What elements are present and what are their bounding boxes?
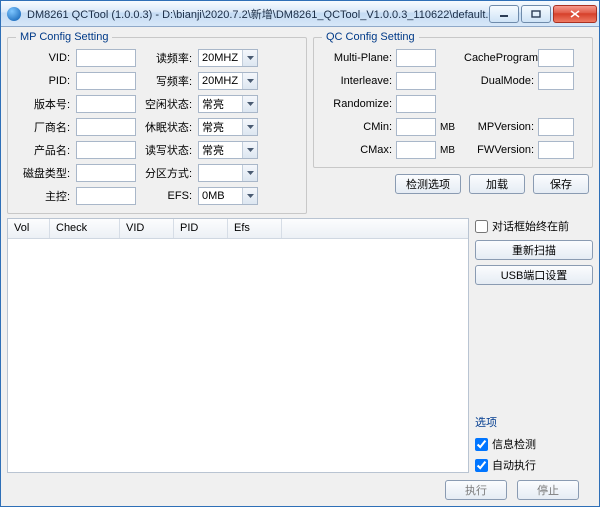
randomize-input[interactable] [396, 95, 436, 113]
chevron-down-icon [242, 142, 257, 158]
label-cacheprogram: CacheProgram [464, 52, 534, 64]
auto-run-checkbox[interactable]: 自动执行 [475, 457, 593, 473]
label-product: 产品名 [16, 142, 70, 158]
minimize-button[interactable] [489, 5, 519, 23]
label-cmax: CMax [322, 144, 392, 156]
cacheprogram-input[interactable] [538, 49, 574, 67]
chevron-down-icon [242, 50, 257, 66]
chevron-down-icon [242, 73, 257, 89]
label-randomize: Randomize [322, 98, 392, 110]
rw-select[interactable]: 常亮 [198, 141, 258, 159]
table-body [8, 239, 468, 472]
qc-config-group: QC Config Setting Multi-Plane CacheProgr… [313, 31, 593, 168]
client-area: MP Config Setting VID 读频率 20MHZ PID 写频率 … [1, 27, 599, 506]
mp-config-legend: MP Config Setting [16, 31, 112, 43]
vid-input[interactable] [76, 49, 136, 67]
label-efs: EFS [142, 190, 192, 202]
usb-settings-button[interactable]: USB端口设置 [475, 265, 593, 285]
label-version: 版本号 [16, 96, 70, 112]
label-fwversion: FWVersion [464, 144, 534, 156]
side-panel: 对话框始终在前 重新扫描 USB端口设置 选项 信息检测 自动执行 [475, 218, 593, 473]
efs-select[interactable]: 0MB [198, 187, 258, 205]
label-interleave: Interleave [322, 75, 392, 87]
run-button[interactable]: 执行 [445, 480, 507, 500]
wfreq-select[interactable]: 20MHZ [198, 72, 258, 90]
th-efs[interactable]: Efs [228, 219, 282, 238]
chevron-down-icon [242, 96, 257, 112]
chevron-down-icon [242, 165, 257, 181]
chevron-down-icon [242, 188, 257, 204]
rfreq-select[interactable]: 20MHZ [198, 49, 258, 67]
cmin-input[interactable] [396, 118, 436, 136]
sleep-select[interactable]: 常亮 [198, 118, 258, 136]
unit-mb-1: MB [440, 122, 460, 133]
label-rfreq: 读频率 [142, 50, 192, 66]
info-detect-checkbox[interactable]: 信息检测 [475, 436, 593, 452]
label-idle: 空闲状态 [142, 96, 192, 112]
pid-input[interactable] [76, 72, 136, 90]
label-mpversion: MPVersion [464, 121, 534, 133]
stop-button[interactable]: 停止 [517, 480, 579, 500]
rescan-button[interactable]: 重新扫描 [475, 240, 593, 260]
th-pid[interactable]: PID [174, 219, 228, 238]
label-rw: 读写状态 [142, 142, 192, 158]
partition-select[interactable] [198, 164, 258, 182]
save-button[interactable]: 保存 [533, 174, 589, 194]
multiplane-input[interactable] [396, 49, 436, 67]
product-input[interactable] [76, 141, 136, 159]
label-dualmode: DualMode [464, 75, 534, 87]
label-cmin: CMin [322, 121, 392, 133]
always-on-top-checkbox[interactable]: 对话框始终在前 [475, 218, 593, 234]
fwversion-input[interactable] [538, 141, 574, 159]
window-title: DM8261 QCTool (1.0.0.3) - D:\bianji\2020… [27, 6, 489, 22]
version-input[interactable] [76, 95, 136, 113]
device-table: Vol Check VID PID Efs [7, 218, 469, 473]
label-vendor: 厂商名 [16, 119, 70, 135]
th-empty [282, 219, 468, 238]
label-sleep: 休眠状态 [142, 119, 192, 135]
qc-config-legend: QC Config Setting [322, 31, 419, 43]
cmax-input[interactable] [396, 141, 436, 159]
idle-select[interactable]: 常亮 [198, 95, 258, 113]
mcu-input[interactable] [76, 187, 136, 205]
mp-config-group: MP Config Setting VID 读频率 20MHZ PID 写频率 … [7, 31, 307, 214]
detect-options-button[interactable]: 检测选项 [395, 174, 461, 194]
bottom-bar: 执行 停止 [7, 477, 593, 500]
unit-mb-2: MB [440, 145, 460, 156]
label-multiplane: Multi-Plane [322, 52, 392, 64]
close-button[interactable] [553, 5, 597, 23]
label-wfreq: 写频率 [142, 73, 192, 89]
th-vid[interactable]: VID [120, 219, 174, 238]
dualmode-input[interactable] [538, 72, 574, 90]
chevron-down-icon [242, 119, 257, 135]
app-icon [7, 7, 21, 21]
load-button[interactable]: 加载 [469, 174, 525, 194]
titlebar: DM8261 QCTool (1.0.0.3) - D:\bianji\2020… [1, 1, 599, 27]
disktype-input[interactable] [76, 164, 136, 182]
interleave-input[interactable] [396, 72, 436, 90]
label-vid: VID [16, 52, 70, 64]
mpversion-input[interactable] [538, 118, 574, 136]
th-check[interactable]: Check [50, 219, 120, 238]
label-disktype: 磁盘类型 [16, 165, 70, 181]
maximize-button[interactable] [521, 5, 551, 23]
label-mcu: 主控 [16, 188, 70, 204]
table-header: Vol Check VID PID Efs [8, 219, 468, 239]
options-label: 选项 [475, 414, 593, 430]
app-window: DM8261 QCTool (1.0.0.3) - D:\bianji\2020… [0, 0, 600, 507]
vendor-input[interactable] [76, 118, 136, 136]
th-vol[interactable]: Vol [8, 219, 50, 238]
label-partition: 分区方式 [142, 165, 192, 181]
label-pid: PID [16, 75, 70, 87]
